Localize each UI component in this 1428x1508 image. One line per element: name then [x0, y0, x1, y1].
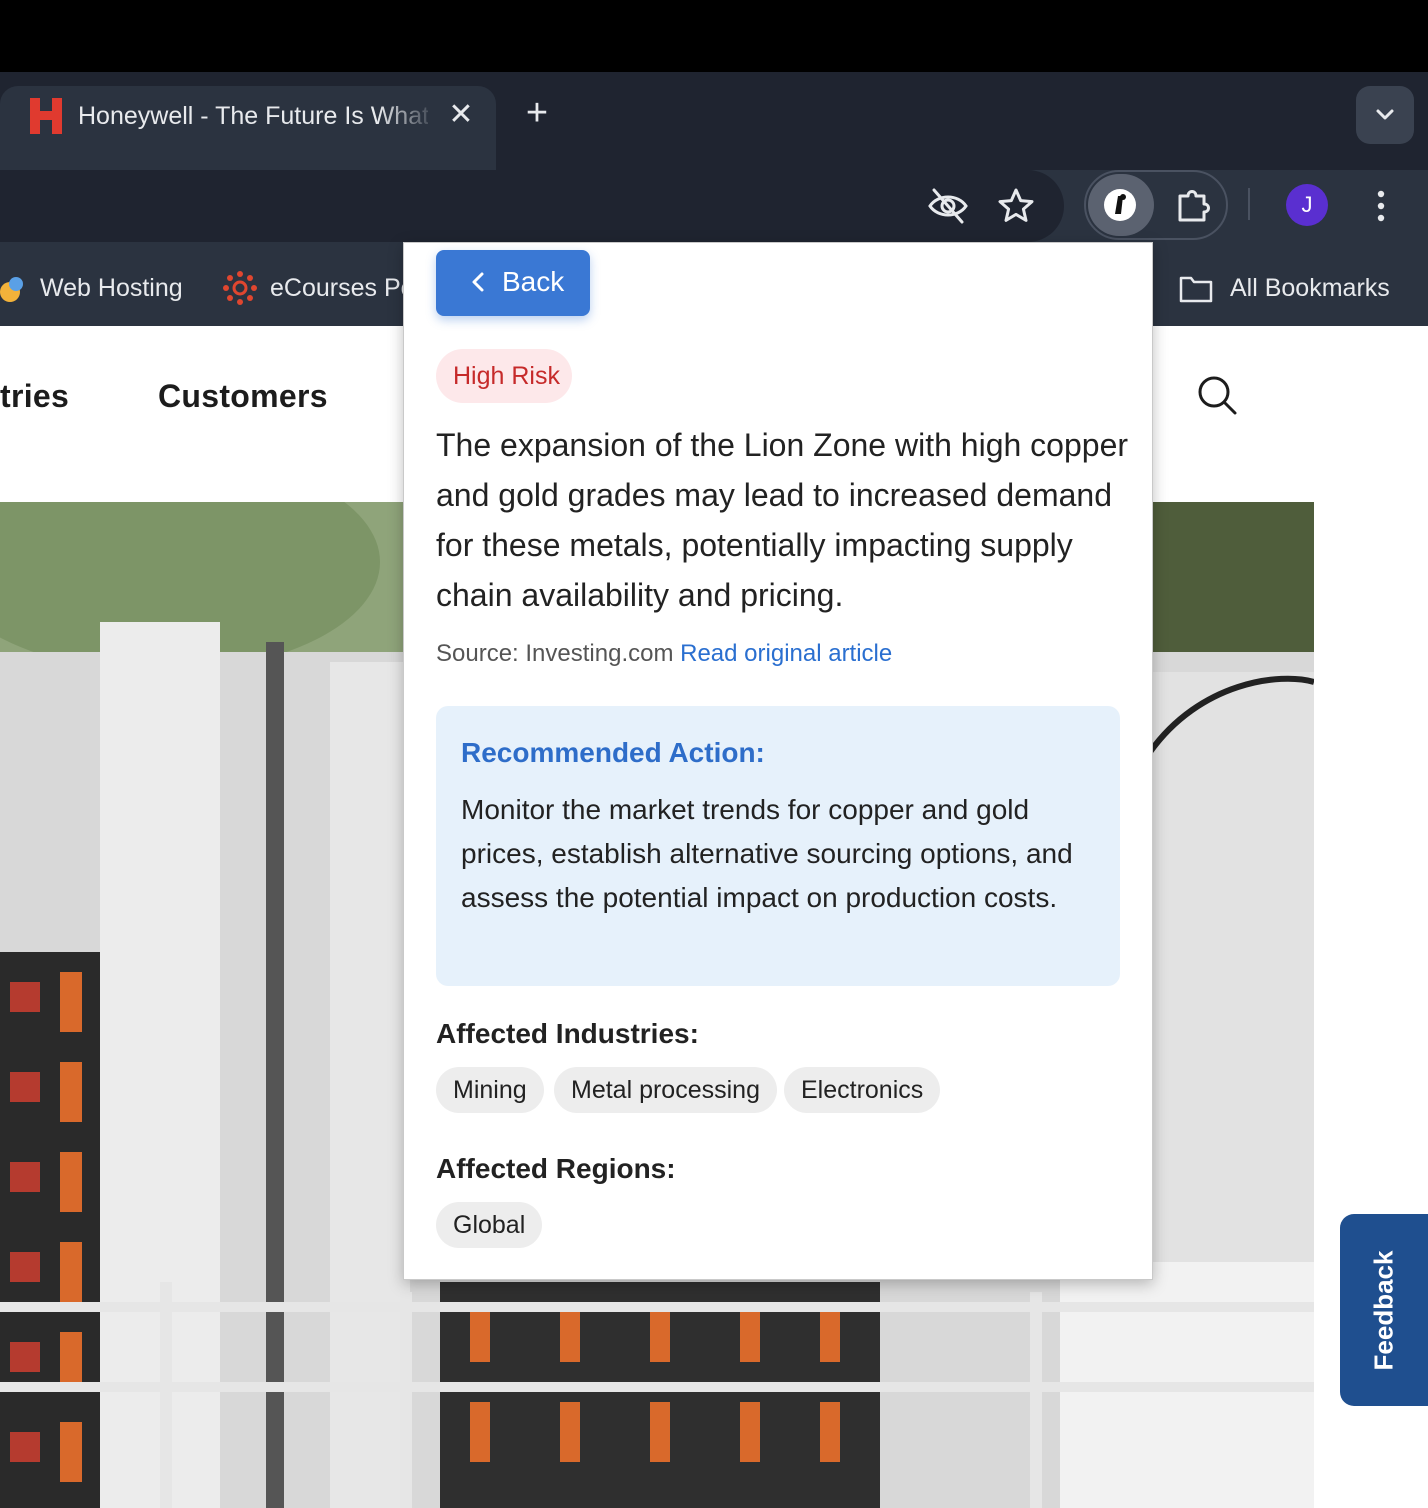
address-bar[interactable]: [0, 170, 1064, 242]
toolbar-divider: [1248, 188, 1250, 220]
ecourses-icon: [222, 270, 258, 306]
folder-icon: [1178, 274, 1214, 304]
back-button-label: Back: [502, 266, 565, 297]
affected-industries-title: Affected Industries:: [436, 1018, 699, 1049]
more-menu-icon[interactable]: [1366, 186, 1396, 226]
honeywell-logo-icon: [30, 98, 62, 134]
chevron-left-icon: [466, 268, 490, 296]
industry-chip: Mining: [436, 1067, 544, 1113]
nav-customers[interactable]: Customers: [158, 376, 328, 416]
feedback-text: Feedback: [1368, 1250, 1399, 1370]
avatar[interactable]: J: [1286, 184, 1328, 226]
tab-search-button[interactable]: [1356, 86, 1414, 144]
bookmark-web-hosting[interactable]: Web Hosting: [40, 272, 183, 304]
source-text: Source: Investing.com: [436, 640, 674, 667]
extension-logo-icon: [1102, 187, 1138, 223]
nav-industries[interactable]: tries: [0, 376, 69, 416]
risk-badge-label: High Risk: [453, 362, 560, 390]
search-icon[interactable]: [1196, 374, 1238, 416]
all-bookmarks[interactable]: All Bookmarks: [1230, 272, 1390, 304]
recommended-action-title: Recommended Action:: [461, 737, 765, 768]
recommended-action-text: Monitor the market trends for copper and…: [461, 794, 1073, 913]
affected-regions-title: Affected Regions:: [436, 1153, 676, 1184]
source-line: Source: Investing.com Read original arti…: [436, 638, 892, 670]
industry-chip: Metal processing: [554, 1067, 777, 1113]
bookmark-ecourses[interactable]: eCourses Portal: [270, 272, 404, 304]
window-top-bar: [0, 0, 1428, 72]
feedback-label: Feedback: [1340, 1214, 1428, 1406]
industry-chip: Electronics: [784, 1067, 941, 1113]
tab-title-fade: [378, 98, 438, 134]
close-tab-icon[interactable]: ✕: [446, 100, 476, 130]
region-chip: Global: [436, 1202, 543, 1248]
puzzle-icon[interactable]: [1172, 186, 1214, 226]
bookmark-star-icon[interactable]: [996, 186, 1036, 226]
risk-summary: The expansion of the Lion Zone with high…: [436, 427, 1129, 613]
chevron-down-icon: [1376, 109, 1394, 120]
web-hosting-icon: [0, 272, 28, 304]
new-tab-button[interactable]: +: [520, 94, 554, 132]
tab-title: Honeywell - The Future Is What We Make I…: [78, 102, 428, 130]
eye-off-icon[interactable]: [926, 186, 970, 226]
read-original-article-link[interactable]: Read original article: [680, 640, 892, 667]
